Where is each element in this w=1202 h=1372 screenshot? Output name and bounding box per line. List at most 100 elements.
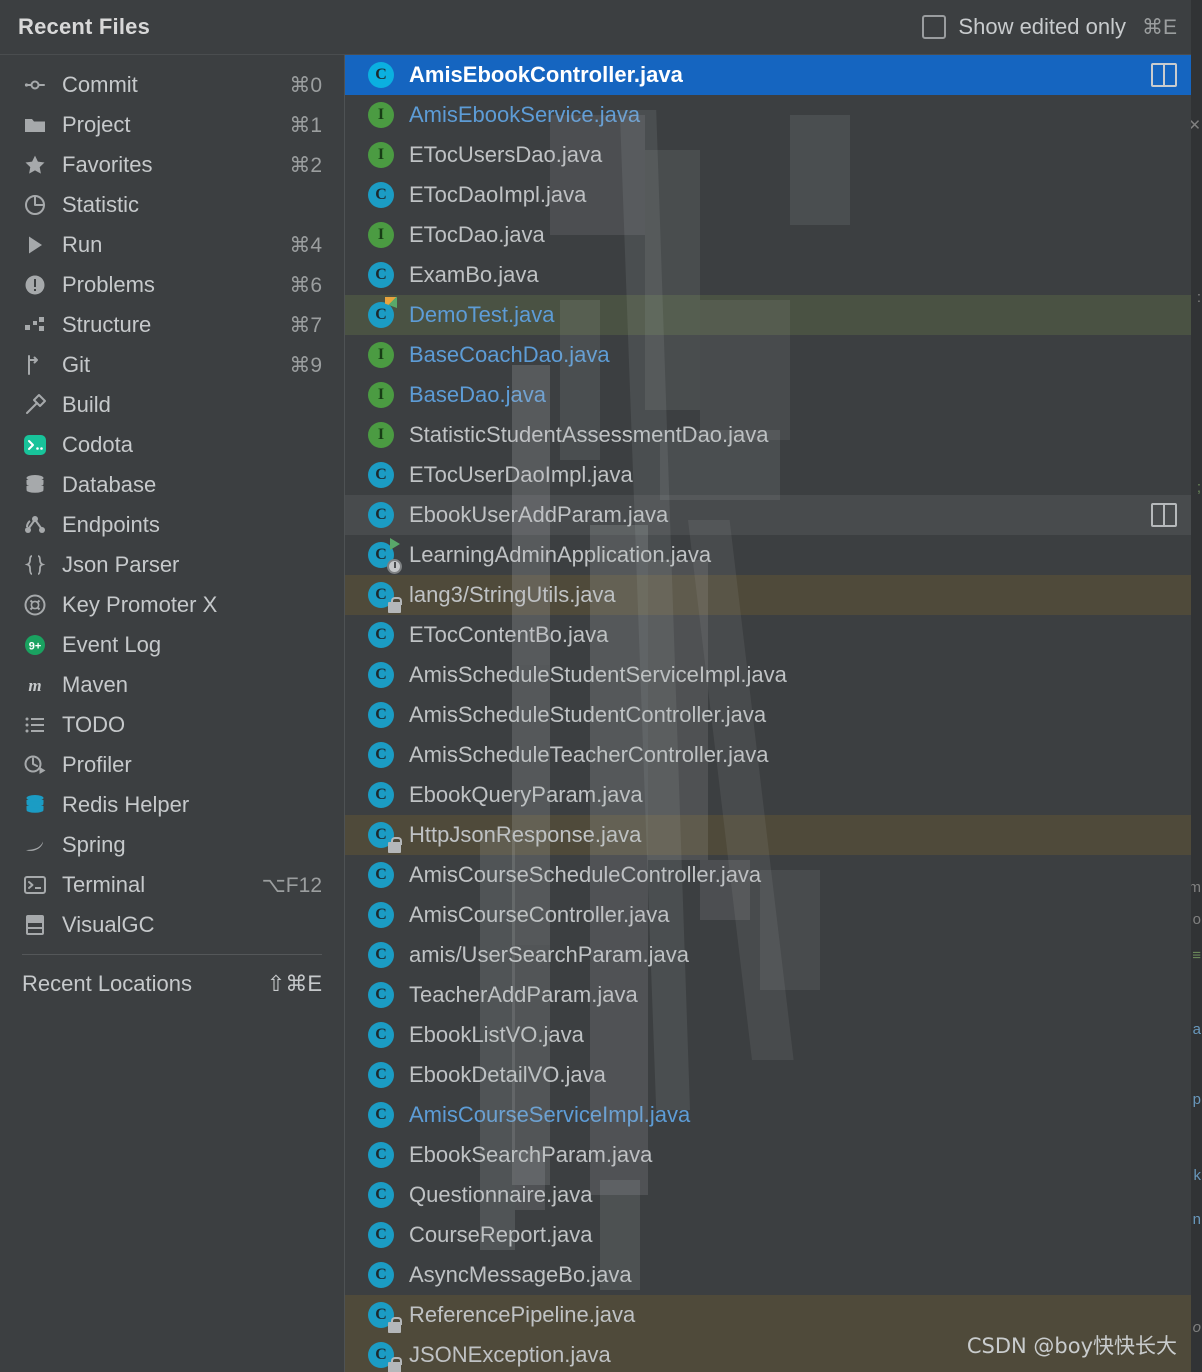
sidebar-item-event-log[interactable]: 9+ Event Log	[0, 625, 344, 665]
background-glyph-bars: ≡	[1192, 947, 1201, 964]
recent-file-row[interactable]: C ExamBo.java	[345, 255, 1191, 295]
class-icon: C	[367, 661, 395, 689]
recent-file-row[interactable]: C DemoTest.java	[345, 295, 1191, 335]
recent-file-row[interactable]: C AmisEbookController.java	[345, 55, 1191, 95]
sidebar-item-database[interactable]: Database	[0, 465, 344, 505]
recent-file-row[interactable]: C ETocDaoImpl.java	[345, 175, 1191, 215]
event-log-badge-icon: 9+	[22, 632, 48, 658]
sidebar-item-build[interactable]: Build	[0, 385, 344, 425]
sidebar-item-json-parser[interactable]: Json Parser	[0, 545, 344, 585]
popup-body: Commit ⌘0 Project ⌘1 Favorites ⌘2 Statistic Run…	[0, 55, 1191, 1372]
recent-file-name: HttpJsonResponse.java	[409, 822, 642, 847]
recent-file-row[interactable]: Clang3/StringUtils.java	[345, 575, 1191, 615]
sidebar-item-codota[interactable]: Codota	[0, 425, 344, 465]
sidebar-item-run[interactable]: Run ⌘4	[0, 225, 344, 265]
recent-file-row[interactable]: C AsyncMessageBo.java	[345, 1255, 1191, 1295]
sidebar-item-structure[interactable]: Structure ⌘7	[0, 305, 344, 345]
profiler-icon	[22, 752, 48, 778]
class-icon: C	[367, 1301, 402, 1333]
class-icon: C	[367, 261, 395, 289]
sidebar-item-key-promoter-x[interactable]: Key Promoter X	[0, 585, 344, 625]
sidebar-item-project[interactable]: Project ⌘1	[0, 105, 344, 145]
sidebar-item-label: Favorites	[62, 152, 153, 177]
recent-file-name: AmisEbookService.java	[409, 102, 641, 127]
sidebar-item-label: TODO	[62, 712, 126, 737]
sidebar-item-visualgc[interactable]: VisualGC	[0, 905, 344, 945]
recent-file-row[interactable]: C ETocUserDaoImpl.java	[345, 455, 1191, 495]
recent-file-row[interactable]: C EbookUserAddParam.java	[345, 495, 1191, 535]
sidebar-item-shortcut: ⌘2	[289, 153, 322, 177]
sidebar-item-todo[interactable]: TODO	[0, 705, 344, 745]
sidebar-item-redis-helper[interactable]: Redis Helper	[0, 785, 344, 825]
recent-file-row[interactable]: C AmisCourseController.java	[345, 895, 1191, 935]
recent-file-row[interactable]: I StatisticStudentAssessmentDao.java	[345, 415, 1191, 455]
recent-file-row[interactable]: C Questionnaire.java	[345, 1175, 1191, 1215]
recent-file-row[interactable]: C ETocContentBo.java	[345, 615, 1191, 655]
recent-file-row[interactable]: I BaseCoachDao.java	[345, 335, 1191, 375]
split-editor-icon[interactable]	[1151, 503, 1177, 527]
redis-database-icon	[22, 792, 48, 818]
recent-files-list[interactable]: C AmisEbookController.java I AmisEbookServi…	[345, 55, 1191, 1372]
sidebar-item-maven[interactable]: m Maven	[0, 665, 344, 705]
sidebar-item-spring[interactable]: Spring	[0, 825, 344, 865]
sidebar-item-label: Spring	[62, 832, 126, 857]
interface-icon: I	[367, 421, 395, 449]
structure-icon	[22, 312, 48, 338]
class-icon: C	[367, 181, 395, 209]
recent-file-row[interactable]: C AmisCourseScheduleController.java	[345, 855, 1191, 895]
recent-file-row[interactable]: I ETocUsersDao.java	[345, 135, 1191, 175]
recent-file-row[interactable]: C HttpJsonResponse.java	[345, 815, 1191, 855]
recent-file-name: AmisCourseServiceImpl.java	[409, 1102, 691, 1127]
popup-header: Recent Files Show edited only ⌘E	[0, 0, 1191, 55]
show-edited-only-control[interactable]: Show edited only ⌘E	[922, 14, 1177, 40]
sidebar-item-commit[interactable]: Commit ⌘0	[0, 65, 344, 105]
recent-file-row[interactable]: C AmisCourseServiceImpl.java	[345, 1095, 1191, 1135]
split-editor-icon[interactable]	[1151, 63, 1177, 87]
class-icon: C	[367, 1181, 395, 1209]
sidebar-item-label: Endpoints	[62, 512, 160, 537]
recent-file-row[interactable]: C TeacherAddParam.java	[345, 975, 1191, 1015]
recent-file-row[interactable]: C EbookSearchParam.java	[345, 1135, 1191, 1175]
recent-file-row[interactable]: C CourseReport.java	[345, 1215, 1191, 1255]
sidebar-item-recent-locations[interactable]: Recent Locations ⇧⌘E	[0, 964, 344, 1004]
sidebar-divider	[22, 954, 322, 955]
class-icon: C	[367, 1021, 395, 1049]
recent-file-row[interactable]: C EbookQueryParam.java	[345, 775, 1191, 815]
sidebar-item-statistic[interactable]: Statistic	[0, 185, 344, 225]
sidebar-item-label: Maven	[62, 672, 129, 697]
key-promoter-icon	[22, 592, 48, 618]
recent-file-row[interactable]: I ETocDao.java	[345, 215, 1191, 255]
sidebar-item-problems[interactable]: Problems ⌘6	[0, 265, 344, 305]
interface-icon: I	[367, 101, 395, 129]
recent-file-row[interactable]: C EbookDetailVO.java	[345, 1055, 1191, 1095]
recent-file-row[interactable]: C AmisScheduleTeacherController.java	[345, 735, 1191, 775]
recent-file-row[interactable]: C AmisScheduleStudentServiceImpl.java	[345, 655, 1191, 695]
sidebar-item-shortcut: ⌥F12	[261, 873, 322, 897]
sidebar-item-label: Run	[62, 232, 103, 257]
recent-file-row[interactable]: I BaseDao.java	[345, 375, 1191, 415]
class-icon: C	[367, 1261, 395, 1289]
sidebar-item-shortcut: ⌘4	[289, 233, 322, 257]
recent-file-row[interactable]: C EbookListVO.java	[345, 1015, 1191, 1055]
sidebar-item-favorites[interactable]: Favorites ⌘2	[0, 145, 344, 185]
sidebar-item-profiler[interactable]: Profiler	[0, 745, 344, 785]
read-only-lock-badge-icon	[388, 837, 402, 853]
recent-file-name: AsyncMessageBo.java	[409, 1262, 632, 1287]
recent-file-row[interactable]: I AmisEbookService.java	[345, 95, 1191, 135]
visualgc-icon	[22, 912, 48, 938]
background-glyph-o: o	[1192, 911, 1201, 928]
show-edited-only-label: Show edited only	[958, 14, 1126, 39]
sidebar-item-label: Problems	[62, 272, 155, 297]
show-edited-only-checkbox[interactable]	[922, 15, 947, 39]
recent-file-row[interactable]: C LearningAdminApplication.java	[345, 535, 1191, 575]
recent-file-row[interactable]: C ReferencePipeline.java	[345, 1295, 1191, 1335]
recent-file-row[interactable]: C AmisScheduleStudentController.java	[345, 695, 1191, 735]
class-icon: C	[367, 981, 395, 1009]
sidebar-item-label: Database	[62, 472, 157, 497]
class-icon: C	[367, 61, 395, 89]
sidebar-item-git[interactable]: Git ⌘9	[0, 345, 344, 385]
recent-file-row[interactable]: Camis/UserSearchParam.java	[345, 935, 1191, 975]
sidebar-item-endpoints[interactable]: Endpoints	[0, 505, 344, 545]
recent-file-name: AmisCourseController.java	[409, 902, 670, 927]
sidebar-item-terminal[interactable]: Terminal ⌥F12	[0, 865, 344, 905]
